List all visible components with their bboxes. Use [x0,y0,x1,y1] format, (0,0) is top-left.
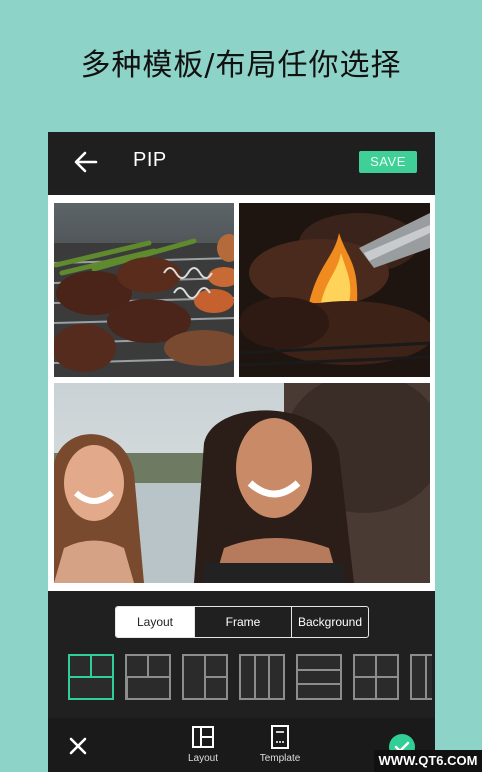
layout-option-4-grid[interactable] [353,654,399,700]
layout-option-partial[interactable] [410,654,432,700]
arrow-left-icon[interactable] [72,148,100,176]
site-watermark: WWW.QT6.COM [374,750,482,772]
layout-option-1left-2right[interactable] [182,654,228,700]
tab-frame[interactable]: Frame [194,607,291,637]
template-document-icon [271,725,289,749]
page-title: PIP [133,149,167,171]
layout-option-3-columns[interactable] [239,654,285,700]
save-button[interactable]: SAVE [359,151,417,173]
app-bar: PIP SAVE [48,132,435,190]
tab-background[interactable]: Background [291,607,368,637]
layout-picker [68,654,435,700]
collage-photo-steak-flames[interactable] [239,203,430,377]
layout-tool-button[interactable]: Layout [173,724,233,764]
collage-canvas[interactable] [48,195,435,591]
layout-grid-icon [192,726,214,748]
template-tool-button[interactable]: Template [250,724,310,764]
tab-layout[interactable]: Layout [116,607,194,637]
collage-photo-smiling-women[interactable] [54,383,430,583]
layout-tool-label: Layout [187,753,219,764]
app-screen: PIP SAVE Layout Frame Background Layout … [48,132,435,772]
close-icon[interactable] [68,736,88,756]
layout-option-left-right-split[interactable] [125,654,171,700]
layout-option-2top-1bottom[interactable] [68,654,114,700]
edit-mode-tabs: Layout Frame Background [115,606,369,638]
collage-photo-grill-meat[interactable] [54,203,234,377]
template-tool-label: Template [259,753,301,764]
layout-option-3-rows[interactable] [296,654,342,700]
promo-headline: 多种模板/布局任你选择 [80,48,402,83]
